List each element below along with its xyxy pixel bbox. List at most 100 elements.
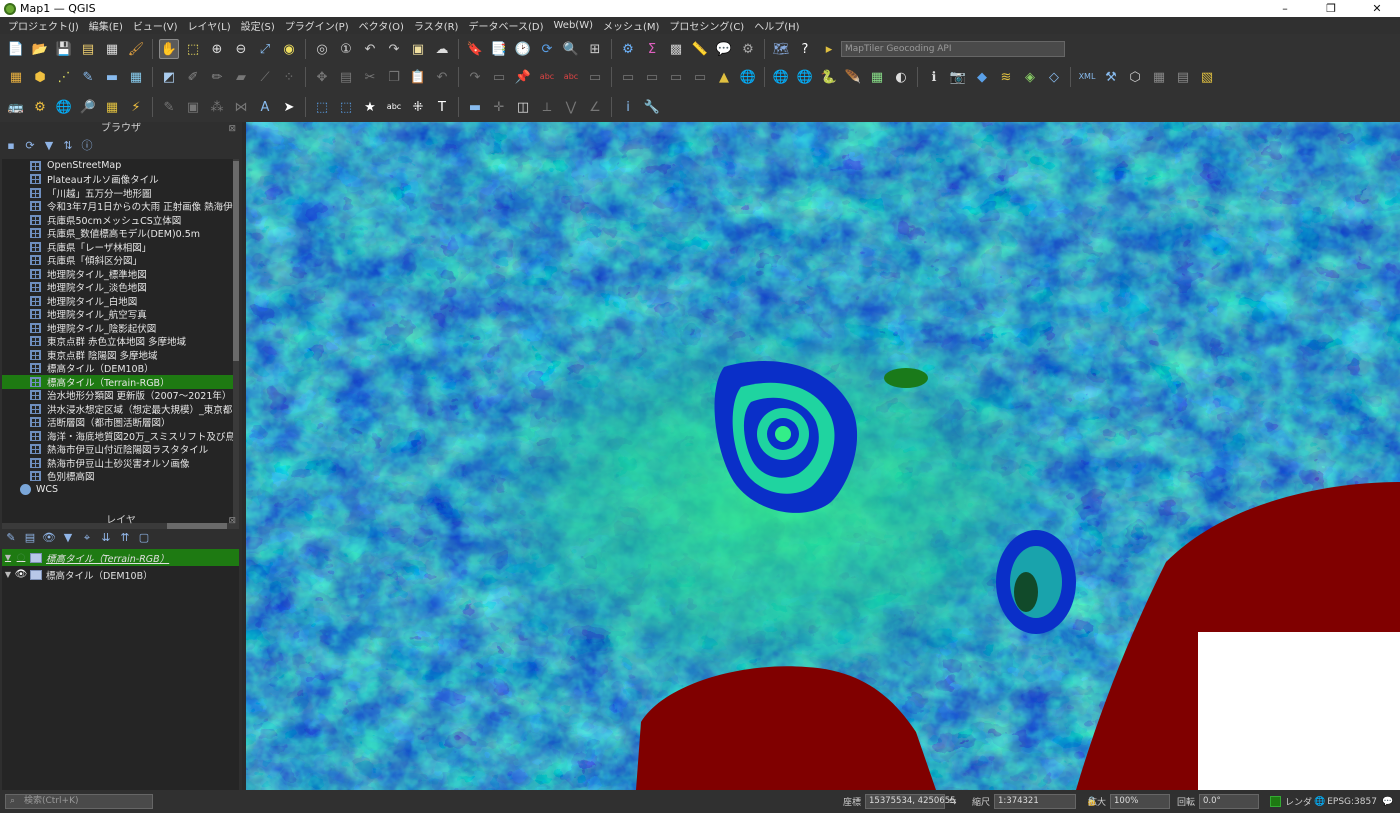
zoom-layer-icon[interactable]: ◫ — [513, 97, 533, 117]
zoom-in-icon[interactable]: ⊕ — [207, 39, 227, 59]
copy-icon[interactable]: ❐ — [384, 67, 404, 87]
plugin-grid-icon[interactable]: ▦ — [867, 67, 887, 87]
undo-icon[interactable]: ↶ — [432, 67, 452, 87]
magnifier-field[interactable]: 100% — [1110, 794, 1171, 809]
node-grey-icon[interactable]: ⁂ — [207, 97, 227, 117]
plugin-select-icon[interactable]: ▧ — [1197, 67, 1217, 87]
text-abc-icon[interactable]: abc — [384, 97, 404, 117]
vertex-grey-icon[interactable]: ⋁ — [561, 97, 581, 117]
layers-tree[interactable]: ▼ ○ 標高タイル（Terrain-RGB） ▼ 👁 標高タイル（DEM10B） — [2, 549, 239, 790]
split-grey-icon[interactable]: ⋈ — [231, 97, 251, 117]
plugin-pin-icon[interactable]: ℹ — [924, 67, 944, 87]
python-icon[interactable]: 🐍 — [819, 67, 839, 87]
browser-item[interactable]: 東京点群 赤色立体地図 多摩地域 — [2, 335, 239, 348]
browser-panel-tool-icon[interactable]: ⓘ — [79, 138, 95, 154]
layers-panel-tool-icon[interactable]: ▤ — [22, 530, 38, 546]
browser-item[interactable]: 令和3年7月1日からの大雨 正射画像 熱海伊豆山 — [2, 200, 239, 213]
text-tool-icon[interactable]: T — [432, 97, 452, 117]
layers-panel-tool-icon[interactable]: ✎ — [3, 530, 19, 546]
browser-item[interactable]: 色別標高図 — [2, 470, 239, 483]
globe-network-icon[interactable]: 🌐 — [54, 97, 74, 117]
delete-selected-icon[interactable]: ▤ — [336, 67, 356, 87]
move-feature-icon[interactable]: ✥ — [312, 67, 332, 87]
add-vector-icon[interactable]: ▬ — [102, 67, 122, 87]
browser-item[interactable]: 熱海市伊豆山付近陰陽図ラスタタイル — [2, 443, 239, 456]
new-bookmark-icon[interactable]: 🔖 — [465, 39, 485, 59]
change-label-icon[interactable]: ▭ — [666, 67, 686, 87]
measure-icon[interactable]: 📏 — [690, 39, 710, 59]
new-shapefile-icon[interactable]: ⋰ — [54, 67, 74, 87]
browser-vertical-scrollbar[interactable] — [233, 159, 239, 529]
select-polygon-icon[interactable]: ⬚ — [336, 97, 356, 117]
locator-icon[interactable]: ▸ — [819, 39, 839, 59]
globe-icon[interactable]: 🌐 — [738, 67, 758, 87]
shape-grey-icon[interactable]: ▣ — [183, 97, 203, 117]
new-print-layout-icon[interactable]: ▤ — [78, 39, 98, 59]
geocoder-search-input[interactable]: MapTiler Geocoding API — [841, 41, 1065, 57]
plugin-grey2-icon[interactable]: ▤ — [1173, 67, 1193, 87]
menu-item-0[interactable]: プロジェクト(J) — [3, 18, 84, 33]
crosshair-icon[interactable]: ✛ — [489, 97, 509, 117]
redo-icon[interactable]: ↷ — [465, 67, 485, 87]
rotation-field[interactable]: 0.0° — [1199, 794, 1260, 809]
plugin-diamond-icon[interactable]: ◇ — [1044, 67, 1064, 87]
search-map-icon[interactable]: 🔎 — [78, 97, 98, 117]
menu-item-4[interactable]: 設定(S) — [236, 18, 280, 33]
expand-arrow-icon[interactable]: ▼ — [2, 553, 14, 562]
scale-field[interactable]: 1:374321 — [994, 794, 1077, 809]
browser-item[interactable]: 地理院タイル_淡色地図 — [2, 281, 239, 294]
browser-item[interactable]: 地理院タイル_陰影起伏図 — [2, 321, 239, 335]
digitize-pencil-icon[interactable]: ✐ — [183, 67, 203, 87]
gear-icon[interactable]: ⚙ — [618, 39, 638, 59]
menu-item-9[interactable]: Web(W) — [548, 20, 598, 31]
zoom-full-icon[interactable]: ⤢ — [255, 39, 275, 59]
globe-wfs-icon[interactable]: 🌐 — [795, 67, 815, 87]
menu-item-10[interactable]: メッシュ(M) — [598, 18, 664, 33]
browser-item[interactable]: 兵庫県「傾斜区分図」 — [2, 254, 239, 267]
new-project-icon[interactable]: 📄 — [6, 39, 26, 59]
plugin-box-icon[interactable]: ⬡ — [1125, 67, 1145, 87]
plugin-cube-icon[interactable]: ◆ — [972, 67, 992, 87]
refresh-icon[interactable]: ⟳ — [537, 39, 557, 59]
plugin-xml-icon[interactable]: XML — [1077, 67, 1097, 87]
new-geopackage-icon[interactable]: ⬢ — [30, 67, 50, 87]
star-icon[interactable]: ★ — [360, 97, 380, 117]
statistics-icon[interactable]: Σ — [642, 39, 662, 59]
menu-item-3[interactable]: レイヤ(L) — [183, 18, 236, 33]
browser-item[interactable]: 兵庫県50cmメッシュCS立体図 — [2, 213, 239, 227]
plugin-grey1-icon[interactable]: ▦ — [1149, 67, 1169, 87]
map-tips-icon[interactable]: 💬 — [714, 39, 734, 59]
layers-panel-tool-icon[interactable]: ⌖ — [79, 530, 95, 546]
new-map-view-icon[interactable]: ▣ — [408, 39, 428, 59]
expand-arrow-icon[interactable]: ▼ — [2, 570, 14, 579]
browser-item-wcs[interactable]: WCS — [2, 483, 239, 497]
browser-item[interactable]: 標高タイル（DEM10B） — [2, 362, 239, 375]
plugin-layer-icon[interactable]: ◈ — [1020, 67, 1040, 87]
browser-item[interactable]: Plateauオルソ画像タイル — [2, 173, 239, 186]
browser-item[interactable]: 熱海市伊豆山土砂災害オルソ画像 — [2, 456, 239, 470]
browser-item[interactable]: 洪水浸水想定区域（想定最大規模）_東京都 — [2, 402, 239, 416]
menu-item-7[interactable]: ラスタ(R) — [409, 18, 464, 33]
info-icon[interactable]: i — [618, 97, 638, 117]
data-source-manager-icon[interactable]: ▦ — [6, 67, 26, 87]
menu-item-2[interactable]: ビュー(V) — [128, 18, 183, 33]
browser-item[interactable]: 東京点群 陰陽図 多摩地域 — [2, 348, 239, 362]
warning-triangle-icon[interactable]: ▲ — [714, 67, 734, 87]
bus-icon[interactable]: 🚌 — [6, 97, 26, 117]
layers-panel-tool-icon[interactable]: ▢ — [136, 530, 152, 546]
browser-item[interactable]: OpenStreetMap — [2, 159, 239, 173]
menu-item-8[interactable]: データベース(D) — [463, 18, 548, 33]
plugin-camera-icon[interactable]: 📷 — [948, 67, 968, 87]
browser-item[interactable]: 海洋・海底地質図20万_スミスリフト及び鳥島リフト海 — [2, 429, 239, 443]
crs-globe-icon[interactable]: 🌐 — [1314, 797, 1325, 807]
browser-item[interactable]: 「川越」五万分一地形圖 — [2, 186, 239, 200]
layers-panel-tool-icon[interactable]: ⇈ — [117, 530, 133, 546]
zoom-last-icon[interactable]: ↶ — [360, 39, 380, 59]
browser-item[interactable]: 兵庫県「レーザ林相図」 — [2, 240, 239, 254]
locator-search-input[interactable]: ⌕ 検索(Ctrl+K) — [5, 794, 153, 809]
layer-row[interactable]: ▼ 👁 標高タイル（DEM10B） — [2, 566, 239, 583]
select-features-icon[interactable]: ⚙ — [738, 39, 758, 59]
new-3d-view-icon[interactable]: ☁ — [432, 39, 452, 59]
menu-item-6[interactable]: ベクタ(O) — [354, 18, 409, 33]
zoom-native-icon[interactable]: ① — [336, 39, 356, 59]
